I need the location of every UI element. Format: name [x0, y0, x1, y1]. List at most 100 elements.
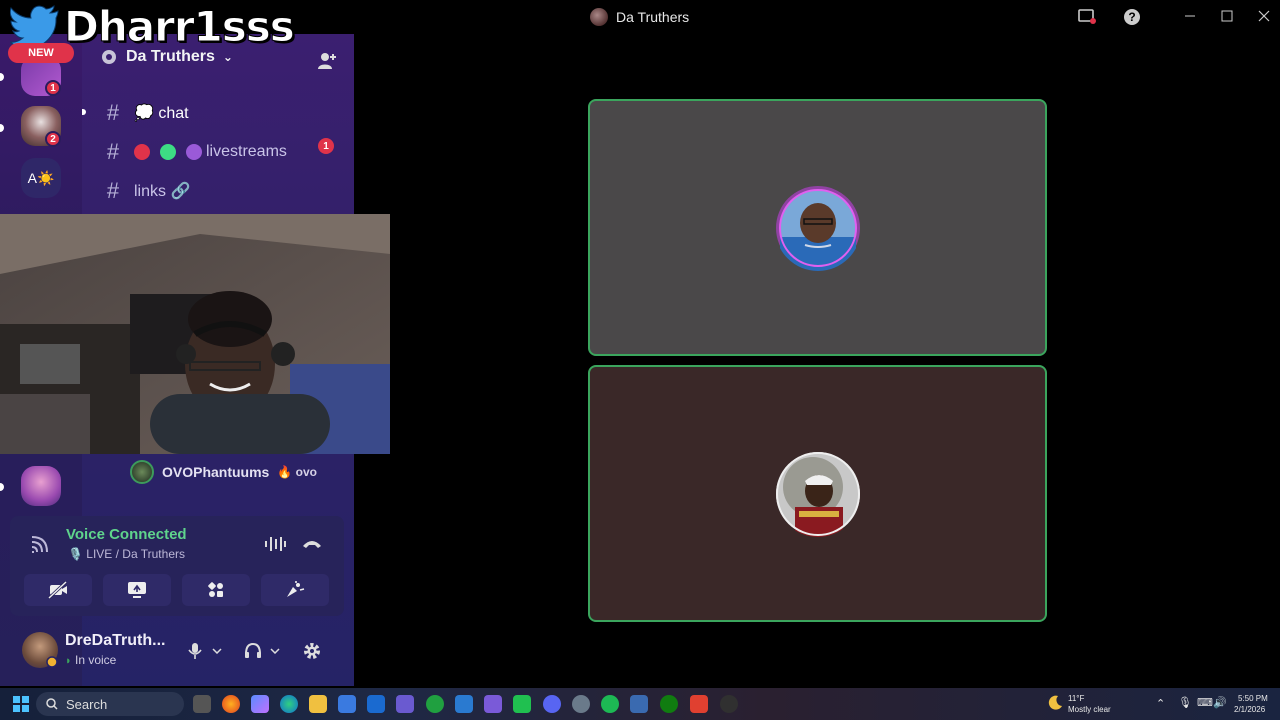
help-icon[interactable]: ?	[1122, 7, 1142, 27]
volume-icon[interactable]: 🔊	[1213, 696, 1227, 709]
user-panel: DreDaTruth... ◗ In voice	[10, 624, 344, 678]
weather-temp[interactable]: 11°F	[1068, 694, 1084, 703]
edge-icon[interactable]	[280, 695, 298, 713]
spotify-icon[interactable]	[601, 695, 619, 713]
rail-badge-2: 2	[45, 131, 61, 147]
channel-label: livestreams	[206, 143, 287, 160]
invite-member-icon[interactable]	[316, 50, 338, 72]
voice-status[interactable]: Voice Connected	[66, 526, 187, 543]
brand-name: Dharr1sss	[64, 2, 296, 52]
hash-icon: #	[106, 178, 120, 203]
video-off-icon	[48, 581, 68, 599]
outlook-icon[interactable]	[367, 695, 385, 713]
channel-badge: 1	[318, 138, 334, 154]
camera-off-button[interactable]	[24, 574, 92, 606]
file-explorer-icon[interactable]	[309, 695, 327, 713]
weather-moon-icon	[1048, 695, 1062, 710]
soundboard-icon	[287, 581, 305, 597]
xbox-icon[interactable]	[660, 695, 678, 713]
voice-indicator-icon: ◗	[65, 655, 72, 667]
maximize-button[interactable]	[1215, 6, 1239, 26]
windows-start-icon[interactable]	[13, 696, 29, 712]
channel-chat[interactable]: # 💭 chat	[102, 100, 189, 126]
webcam-image	[0, 214, 390, 454]
mic-options-chevron-icon[interactable]	[210, 640, 224, 662]
copilot-icon[interactable]	[251, 695, 269, 713]
clock-time[interactable]: 5:50 PM	[1238, 694, 1268, 703]
new-badge: NEW	[8, 43, 74, 63]
voice-connected-panel: Voice Connected 🎙️ LIVE / Da Truthers	[10, 516, 344, 616]
rail-badge-1: 1	[45, 80, 61, 96]
participant-avatar	[775, 451, 860, 537]
activities-button[interactable]	[182, 574, 250, 606]
microphone-icon	[188, 643, 202, 659]
app-icon-purple[interactable]	[484, 695, 502, 713]
green-circle-icon	[160, 144, 176, 160]
mute-button[interactable]	[184, 640, 206, 662]
signal-icon	[31, 536, 48, 553]
rail-indicator	[0, 124, 4, 132]
app-icon-blue[interactable]	[455, 695, 473, 713]
rail-server-3[interactable]: A☀️	[21, 158, 61, 198]
screen-share-icon[interactable]	[1077, 7, 1097, 27]
disconnect-icon[interactable]	[302, 538, 322, 550]
app-icon-gray[interactable]	[572, 695, 590, 713]
app-icon-monitor[interactable]	[630, 695, 648, 713]
gear-icon	[304, 643, 320, 659]
hash-icon: #	[106, 100, 120, 125]
share-screen-button[interactable]	[103, 574, 171, 606]
webcam-feed	[0, 214, 390, 454]
taskbar-search[interactable]: Search	[36, 692, 184, 716]
participant-avatar	[775, 185, 860, 271]
svg-text:?: ?	[1128, 10, 1135, 24]
soundboard-button[interactable]	[261, 574, 329, 606]
chevron-up-icon[interactable]: ⌃	[1156, 697, 1165, 710]
rail-server-voice[interactable]	[21, 466, 61, 506]
noise-suppression-icon[interactable]	[264, 536, 286, 552]
activities-icon	[208, 582, 223, 597]
idle-status-icon	[46, 656, 58, 668]
app-icon-lime[interactable]	[513, 695, 531, 713]
user-status-text: In voice	[75, 653, 117, 667]
video-tile-1[interactable]	[588, 99, 1047, 356]
voice-member[interactable]: OVOPhantuums 🔥 ovo	[130, 460, 317, 484]
teams-icon[interactable]	[396, 695, 414, 713]
audio-options-chevron-icon[interactable]	[268, 640, 282, 662]
bird-logo-icon	[10, 4, 59, 49]
store-icon[interactable]	[338, 695, 356, 713]
voice-channel-label[interactable]: 🎙️ LIVE / Da Truthers	[68, 547, 185, 561]
app-icon-green[interactable]	[426, 695, 444, 713]
rail-indicator	[0, 73, 4, 81]
username[interactable]: DreDaTruth...	[65, 632, 165, 650]
video-tile-2[interactable]	[588, 365, 1047, 622]
user-settings-button[interactable]	[301, 640, 323, 662]
network-icon[interactable]: ⌨	[1197, 696, 1213, 709]
channel-links[interactable]: # links 🔗	[102, 178, 191, 204]
channel-livestreams[interactable]: # livestreams	[102, 139, 287, 165]
window-title-text: Da Truthers	[616, 9, 690, 25]
red-circle-icon	[134, 144, 150, 160]
avatar	[130, 460, 154, 484]
microphone-tray-icon[interactable]: 🎙	[1178, 696, 1192, 709]
rail-indicator	[0, 483, 4, 491]
app-icon-red[interactable]	[690, 695, 708, 713]
deafen-button[interactable]	[242, 640, 264, 662]
chevron-down-icon: ⌄	[222, 50, 233, 64]
close-button[interactable]	[1252, 6, 1276, 26]
voice-member-tag: 🔥 ovo	[277, 465, 317, 479]
discord-icon[interactable]	[543, 695, 561, 713]
headphones-icon	[245, 642, 261, 658]
search-placeholder: Search	[66, 696, 108, 712]
minimize-button[interactable]	[1178, 6, 1202, 26]
server-icon	[590, 8, 608, 26]
hash-icon: #	[106, 139, 120, 164]
search-icon	[46, 698, 58, 710]
window-title: Da Truthers	[590, 8, 689, 26]
channel-label: links 🔗	[134, 183, 191, 200]
task-view-icon[interactable]	[193, 695, 211, 713]
firefox-icon[interactable]	[222, 695, 240, 713]
clock-date[interactable]: 2/1/2026	[1234, 705, 1265, 714]
taskbar: Search 11°F Mostly clear ⌃ 🎙 ⌨ 🔊 5:50 PM…	[0, 688, 1280, 720]
obs-icon[interactable]	[720, 695, 738, 713]
weather-desc[interactable]: Mostly clear	[1068, 705, 1111, 714]
